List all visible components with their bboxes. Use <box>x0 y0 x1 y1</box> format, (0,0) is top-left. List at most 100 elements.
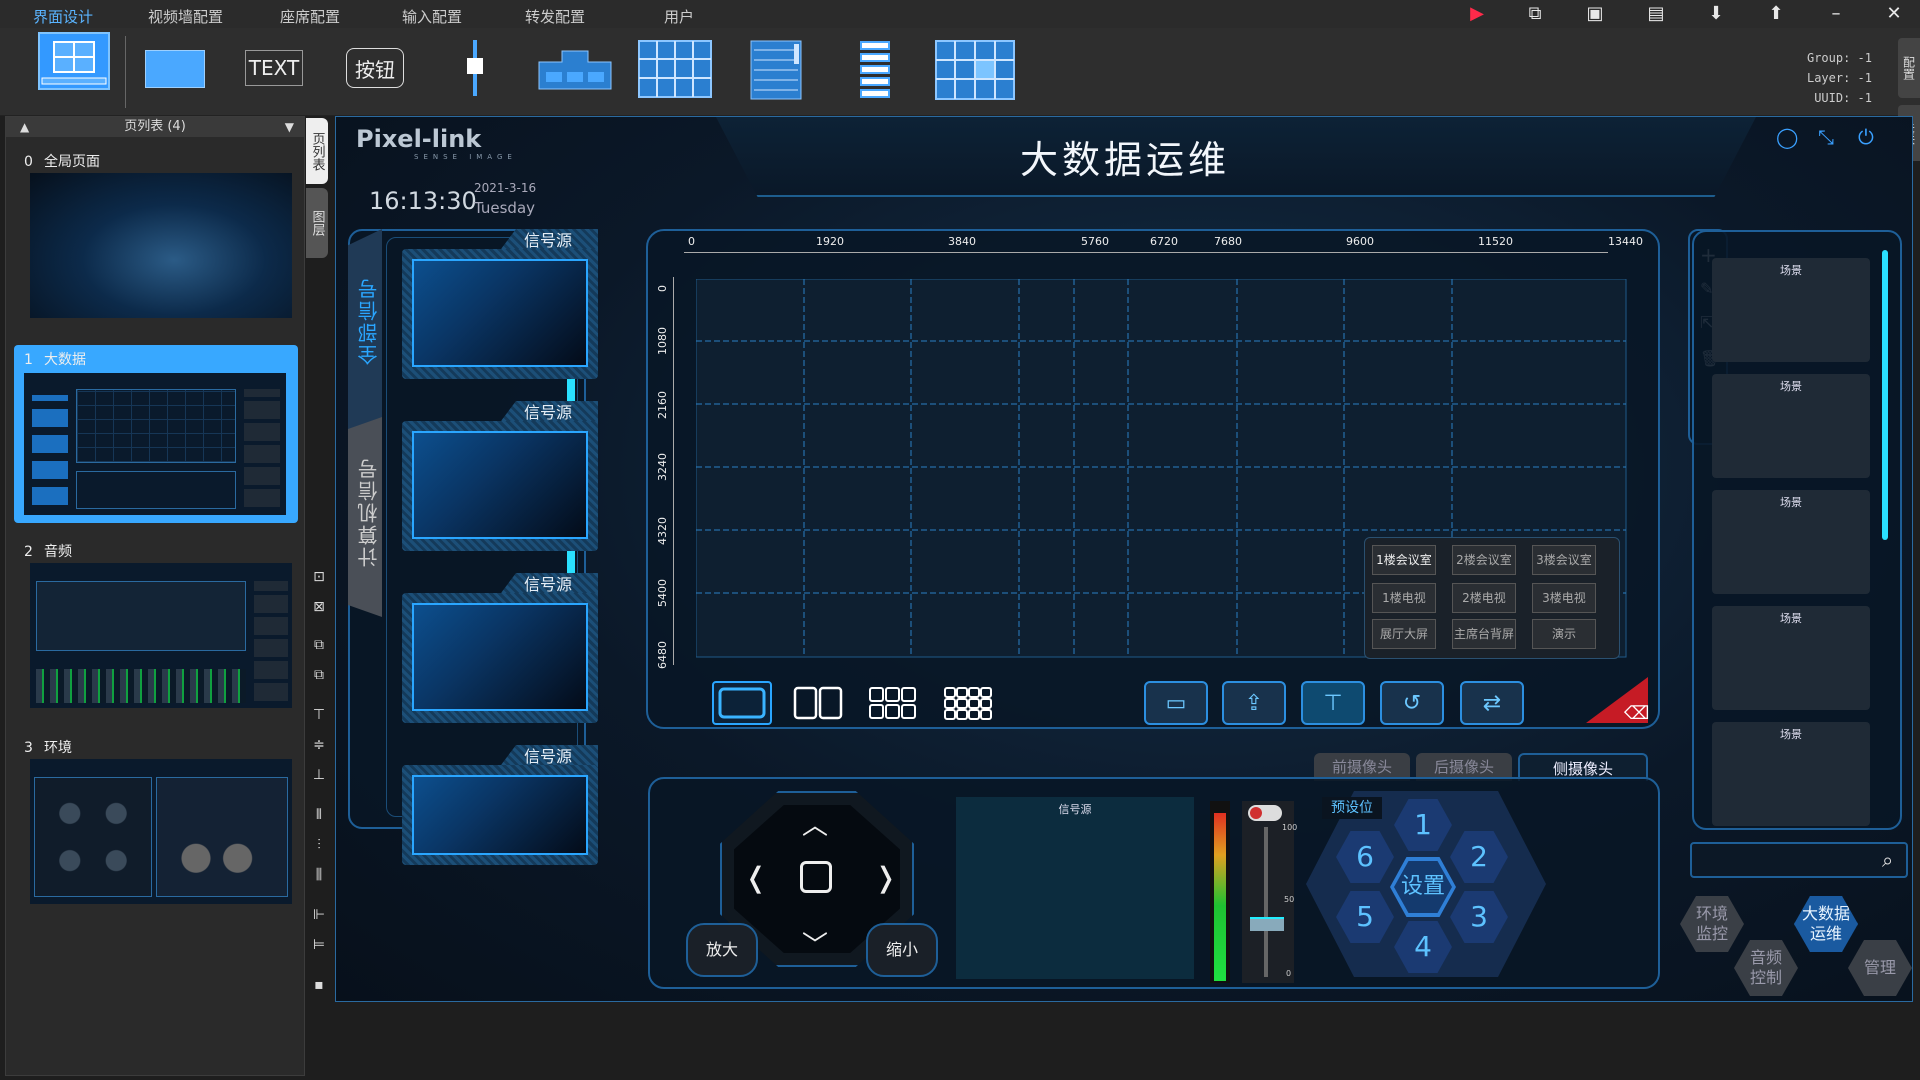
send-back-icon[interactable]: ⧉ <box>310 666 328 684</box>
scene-list-scrollbar[interactable] <box>1882 250 1888 540</box>
scene-card[interactable]: 场景 <box>1712 490 1870 594</box>
volume-slider[interactable]: 100 50 0 <box>1242 801 1297 983</box>
scene-card[interactable]: 场景 <box>1712 606 1870 710</box>
menu-user[interactable]: 用户 <box>664 6 694 27</box>
menu-video-wall[interactable]: 视频墙配置 <box>148 6 223 27</box>
page-thumbnail <box>30 759 292 904</box>
page-name: 大数据 <box>44 352 86 368</box>
tab-config[interactable]: 配置 <box>1898 38 1920 98</box>
equal-height-icon[interactable]: ⊨ <box>310 936 328 954</box>
ptz-down-icon[interactable]: ﹀ <box>802 925 828 962</box>
scene-btn-demo[interactable]: 演示 <box>1532 619 1596 649</box>
collapse-up-icon[interactable]: ▲ <box>20 117 29 137</box>
collapse-down-icon[interactable]: ▼ <box>285 117 294 137</box>
align-left-icon[interactable]: ⊡ <box>310 568 328 586</box>
export-button[interactable]: ⇪ <box>1222 681 1286 725</box>
signal-card[interactable]: 信号源 <box>402 401 598 553</box>
scene-btn-1f-tv[interactable]: 1楼电视 <box>1372 583 1436 613</box>
distribute-icon[interactable]: ⫼ <box>310 866 328 884</box>
shrink-icon[interactable]: ⤡ <box>1818 125 1834 149</box>
align-top-icon[interactable]: ⊤ <box>310 706 328 724</box>
page-item-bigdata[interactable]: 1 大数据 <box>14 345 298 523</box>
align-bottom-icon[interactable]: ⊥ <box>310 766 328 784</box>
distribute-h-icon[interactable]: ⫴ <box>310 806 328 824</box>
scene-btn-3f-tv[interactable]: 3楼电视 <box>1532 583 1596 613</box>
signal-preview <box>412 259 588 367</box>
volume-thumb[interactable] <box>1250 917 1284 931</box>
tab-page-list[interactable]: 页列表 <box>306 118 328 184</box>
play-icon[interactable]: ▶ <box>1466 3 1488 24</box>
menu-seat[interactable]: 座席配置 <box>280 6 340 27</box>
scene-card[interactable]: 场景 <box>1712 722 1870 826</box>
scene-btn-2f-tv[interactable]: 2楼电视 <box>1452 583 1516 613</box>
stack-tool[interactable] <box>860 40 890 100</box>
scene-btn-1f-meeting[interactable]: 1楼会议室 <box>1372 545 1436 575</box>
ruler-y-tick: 1080 <box>656 327 669 355</box>
reset-button[interactable]: ↺ <box>1380 681 1444 725</box>
layout-1x1-button[interactable] <box>712 681 772 725</box>
signal-card[interactable]: 信号源 <box>402 745 598 865</box>
minimize-icon[interactable]: – <box>1825 3 1847 24</box>
page-item-audio[interactable]: 2 音频 <box>14 541 298 721</box>
scene-btn-stage-screen[interactable]: 主席台背屏 <box>1452 619 1516 649</box>
eraser-icon[interactable]: ⌫ <box>1624 703 1649 724</box>
new-window-icon[interactable]: ⧉ <box>1524 3 1546 24</box>
save-icon[interactable]: ▤ <box>1645 3 1667 24</box>
user-icon[interactable]: ◯ <box>1776 125 1798 149</box>
layout-4x3-button[interactable] <box>938 681 998 725</box>
scene-card[interactable]: 场景 <box>1712 258 1870 362</box>
text-tool[interactable]: TEXT <box>245 50 303 86</box>
page-title: 大数据运维 <box>1019 138 1230 182</box>
ptz-home-icon[interactable] <box>800 861 832 893</box>
equal-width-icon[interactable]: ⊩ <box>310 906 328 924</box>
menu-ui-design[interactable]: 界面设计 <box>33 6 93 27</box>
swap-button[interactable]: ⇄ <box>1460 681 1524 725</box>
scene-btn-3f-meeting[interactable]: 3楼会议室 <box>1532 545 1596 575</box>
ptz-up-icon[interactable]: ︿ <box>802 805 828 842</box>
table-tool[interactable] <box>935 40 1015 100</box>
signal-card[interactable]: 信号源 <box>402 573 598 725</box>
rect-tool[interactable] <box>145 50 205 88</box>
layout-3x2-button[interactable] <box>863 681 923 725</box>
align-center-icon[interactable]: ⊠ <box>310 598 328 616</box>
menu-input[interactable]: 输入配置 <box>402 6 462 27</box>
download-icon[interactable]: ⬇ <box>1705 3 1727 24</box>
page-item-environment[interactable]: 3 环境 <box>14 737 298 917</box>
scene-btn-hall-screen[interactable]: 展厅大屏 <box>1372 619 1436 649</box>
layout-2x1-button[interactable] <box>788 681 848 725</box>
scene-search-input[interactable] <box>1690 842 1908 878</box>
slider-tool[interactable] <box>466 40 484 96</box>
layout-3x2-icon <box>869 687 916 719</box>
ruler-x-tick: 6720 <box>1150 235 1178 248</box>
power-icon[interactable]: ⏻ <box>1858 125 1874 149</box>
list-tool[interactable] <box>750 40 802 100</box>
ptz-left-icon[interactable]: ❬ <box>744 861 767 894</box>
upload-icon[interactable]: ⬆ <box>1765 3 1787 24</box>
ptz-right-icon[interactable]: ❭ <box>874 861 897 894</box>
button-tool[interactable]: 按钮 <box>346 48 404 88</box>
nav-env-monitor-label: 环境 监控 <box>1695 904 1728 943</box>
align-middle-icon[interactable]: ≑ <box>310 736 328 754</box>
design-canvas[interactable]: Pixel-link SENSE IMAGE 大数据运维 16:13:30 20… <box>335 116 1913 1002</box>
zoom-in-button[interactable]: 放大 <box>686 923 758 977</box>
bring-front-icon[interactable]: ⧉ <box>310 636 328 654</box>
menu-forward[interactable]: 转发配置 <box>525 6 585 27</box>
open-icon[interactable]: ▣ <box>1584 3 1606 24</box>
text-overlay-button[interactable]: ⊤ <box>1301 681 1365 725</box>
scene-btn-2f-meeting[interactable]: 2楼会议室 <box>1452 545 1516 575</box>
layer-readout: Layer: -1 <box>1806 71 1872 85</box>
close-icon[interactable]: ✕ <box>1883 3 1905 24</box>
page-item-global[interactable]: 0 全局页面 <box>14 151 298 331</box>
scene-card[interactable]: 场景 <box>1712 374 1870 478</box>
page-tool[interactable] <box>38 32 110 90</box>
tab-tool[interactable] <box>538 50 612 90</box>
zoom-out-button[interactable]: 缩小 <box>866 923 938 977</box>
search-icon[interactable]: ⌕ <box>1882 848 1893 872</box>
mute-toggle[interactable] <box>1248 805 1282 821</box>
window-button[interactable]: ▭ <box>1144 681 1208 725</box>
grid-tool[interactable] <box>638 40 712 98</box>
signal-card[interactable]: 信号源 <box>402 229 598 381</box>
tab-layers[interactable]: 图层 <box>306 188 328 258</box>
save-layout-icon[interactable]: ▪ <box>310 976 328 994</box>
distribute-v-icon[interactable]: ⫶ <box>310 836 328 854</box>
